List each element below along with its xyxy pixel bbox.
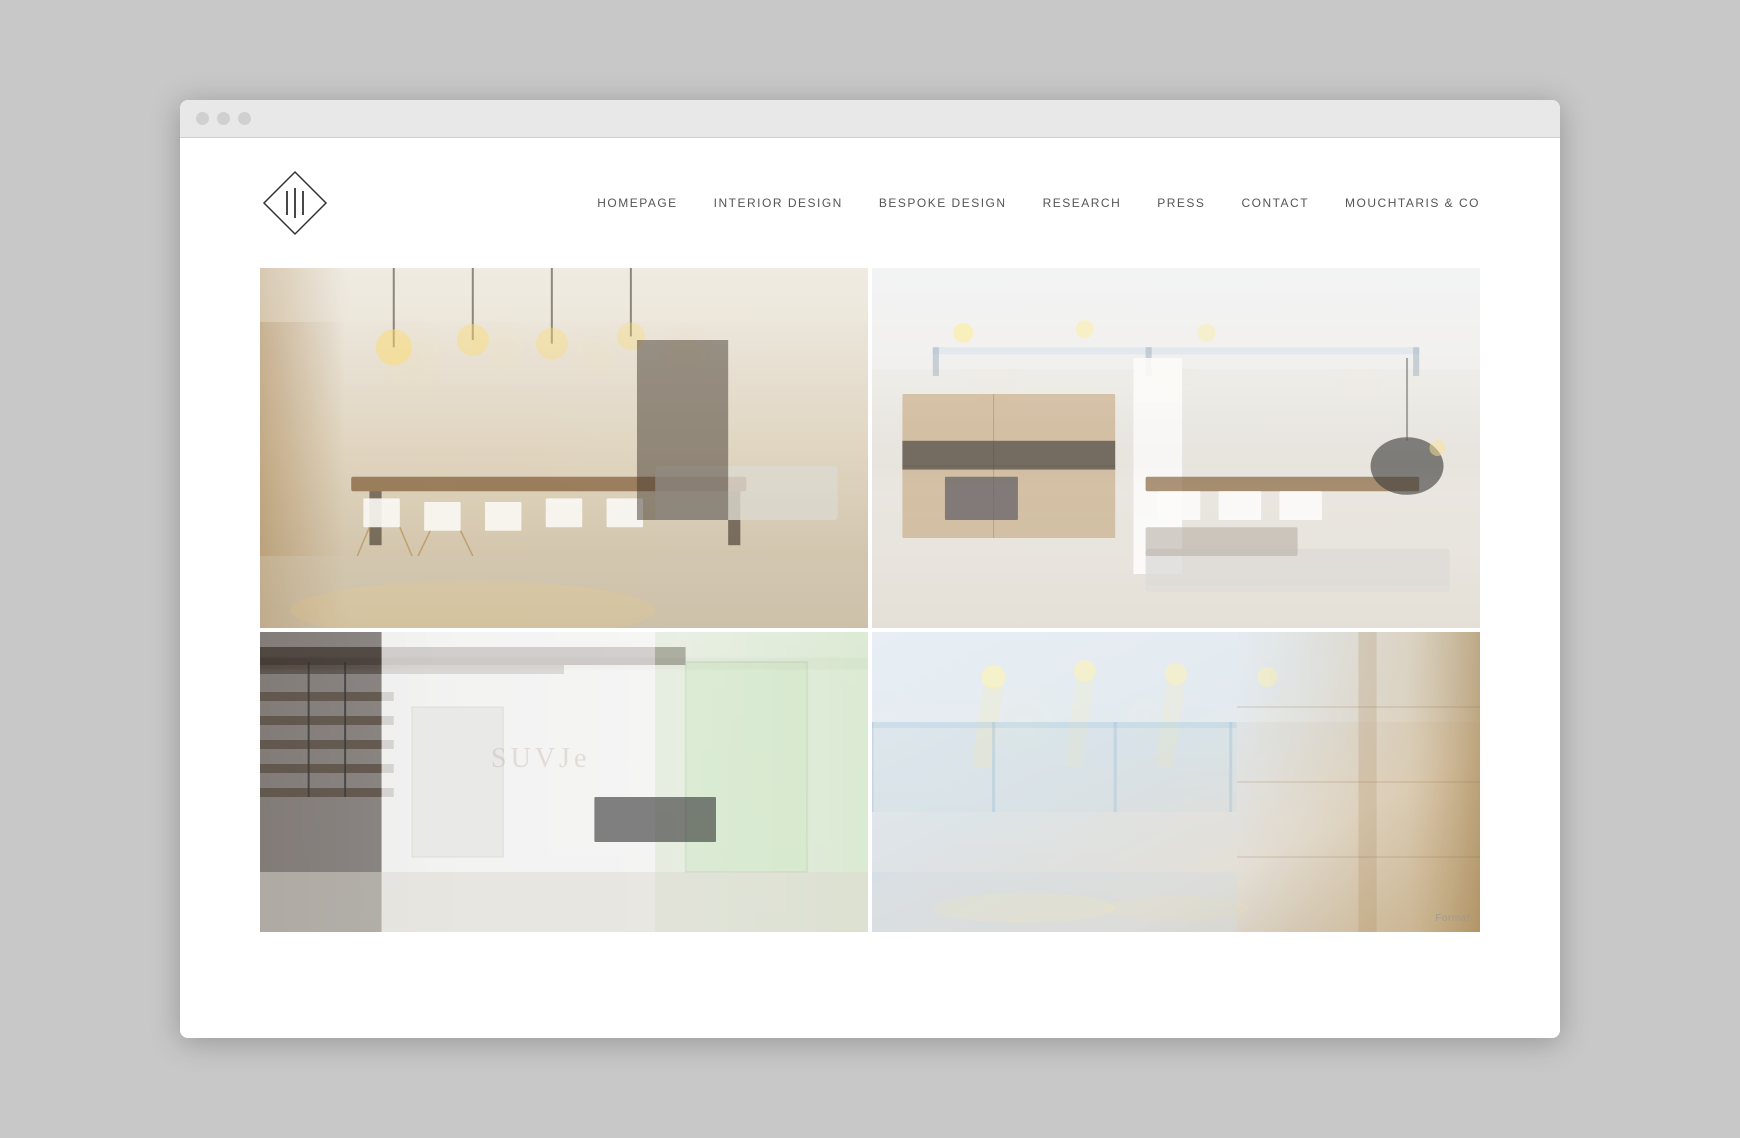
nav-link-research[interactable]: RESEARCH (1043, 196, 1122, 210)
gallery-grid: SUVJe (180, 268, 1560, 952)
gallery-item-top-left[interactable] (260, 268, 868, 628)
site-header: HOMEPAGE INTERIOR DESIGN BESPOKE DESIGN … (180, 138, 1560, 268)
nav-link-mouchtaris[interactable]: MOUCHTARIS & CO (1345, 196, 1480, 210)
nav-link-bespoke-design[interactable]: BESPOKE DESIGN (879, 196, 1007, 210)
logo-diamond (260, 168, 330, 238)
nav-item-research[interactable]: RESEARCH (1043, 194, 1122, 212)
browser-dot-maximize[interactable] (238, 112, 251, 125)
svg-text:SUVJe: SUVJe (491, 743, 590, 774)
nav-item-homepage[interactable]: HOMEPAGE (597, 194, 677, 212)
logo-container[interactable] (260, 168, 330, 238)
nav-menu: HOMEPAGE INTERIOR DESIGN BESPOKE DESIGN … (597, 194, 1480, 212)
watermark: Format (1435, 913, 1470, 924)
nav-link-contact[interactable]: CONTACT (1241, 196, 1309, 210)
nav-item-mouchtaris[interactable]: MOUCHTARIS & CO (1345, 194, 1480, 212)
nav-item-contact[interactable]: CONTACT (1241, 194, 1309, 212)
nav-link-press[interactable]: PRESS (1157, 196, 1205, 210)
main-nav: HOMEPAGE INTERIOR DESIGN BESPOKE DESIGN … (597, 194, 1480, 212)
gallery-item-bottom-left[interactable]: SUVJe (260, 632, 868, 932)
nav-link-interior-design[interactable]: INTERIOR DESIGN (714, 196, 843, 210)
nav-item-interior-design[interactable]: INTERIOR DESIGN (714, 194, 843, 212)
browser-chrome (180, 100, 1560, 138)
nav-link-homepage[interactable]: HOMEPAGE (597, 196, 677, 210)
browser-content: HOMEPAGE INTERIOR DESIGN BESPOKE DESIGN … (180, 138, 1560, 1038)
browser-dot-minimize[interactable] (217, 112, 230, 125)
nav-item-bespoke-design[interactable]: BESPOKE DESIGN (879, 194, 1007, 212)
gallery-item-bottom-right[interactable]: Format (872, 632, 1480, 932)
browser-dot-close[interactable] (196, 112, 209, 125)
browser-window: HOMEPAGE INTERIOR DESIGN BESPOKE DESIGN … (180, 100, 1560, 1038)
gallery-item-top-right[interactable] (872, 268, 1480, 628)
nav-item-press[interactable]: PRESS (1157, 194, 1205, 212)
